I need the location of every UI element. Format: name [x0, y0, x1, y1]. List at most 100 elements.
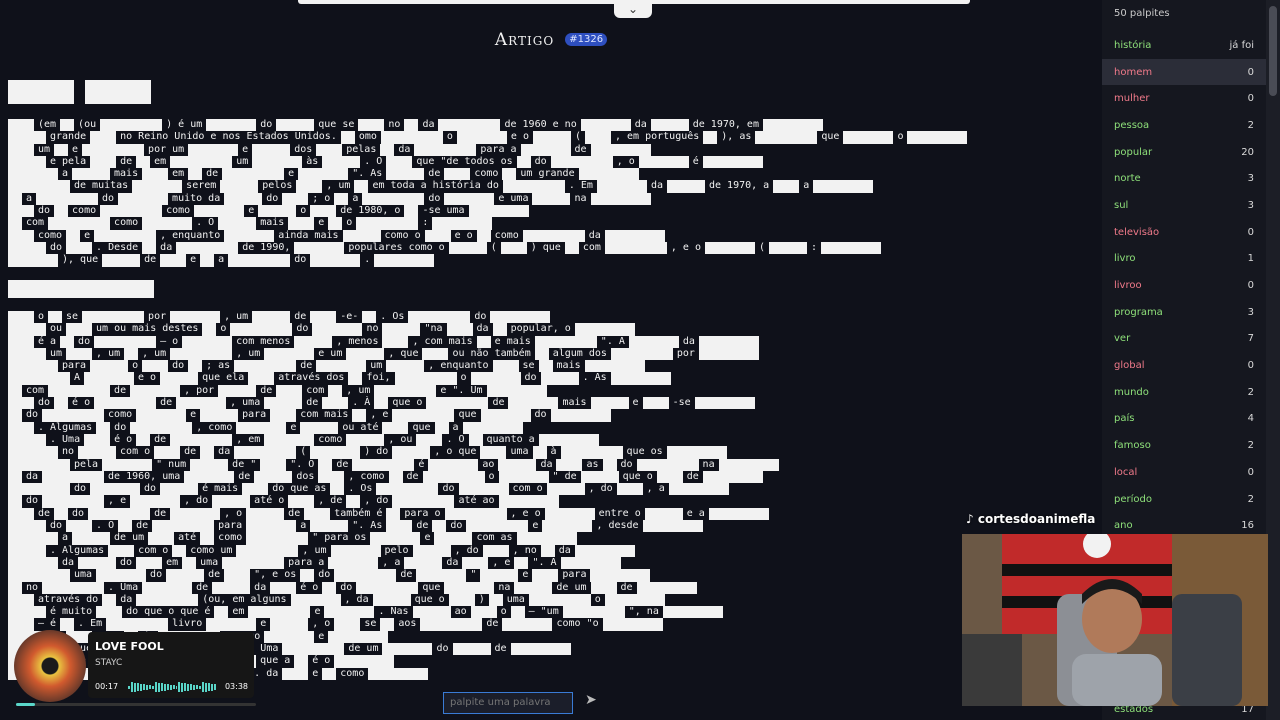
redacted-word — [90, 131, 117, 144]
guess-count-value: 0 — [1247, 93, 1254, 105]
redacted-word — [574, 323, 635, 336]
redacted-word — [8, 421, 34, 434]
revealed-text: da — [540, 458, 553, 470]
guess-list-item[interactable]: programa 3 — [1102, 299, 1266, 326]
waveform-bar — [136, 683, 139, 691]
guess-list-item[interactable]: homem 0 — [1102, 58, 1266, 86]
guess-list-item[interactable]: livro 1 — [1102, 246, 1266, 273]
guess-list-item[interactable]: mundo 2 — [1102, 379, 1266, 406]
guess-list-item[interactable]: global 0 — [1102, 352, 1266, 379]
redacted-word — [522, 229, 585, 242]
revealed-text: para a — [288, 556, 325, 568]
redacted-word — [386, 168, 425, 181]
revealed-text: do — [38, 205, 51, 217]
redacted-word — [130, 421, 193, 434]
revealed-text: , o — [312, 618, 331, 630]
revealed-text: : — [811, 241, 818, 253]
redacted-word — [488, 593, 503, 607]
revealed-text: , ou — [388, 433, 413, 445]
revealed-text: e — [190, 409, 197, 421]
redacted-word — [762, 119, 823, 132]
article-line: como e , enquanto ainda mais como o e o como da — [8, 229, 1096, 242]
guess-word: local — [1114, 466, 1138, 478]
guess-list-item[interactable]: ver 7 — [1102, 326, 1266, 353]
revealed-text: e a — [686, 507, 705, 519]
redacted-word — [78, 446, 117, 459]
revealed-text: e — [318, 630, 325, 642]
guess-list-item[interactable]: famoso 2 — [1102, 432, 1266, 459]
redacted-word — [8, 311, 34, 324]
redacted-word — [142, 168, 169, 181]
revealed-text: é muito — [50, 606, 93, 618]
revealed-text: com o — [512, 483, 543, 495]
scrollbar[interactable] — [1266, 0, 1280, 720]
revealed-text: como — [166, 205, 191, 217]
revealed-text: o — [38, 311, 45, 322]
redacted-word — [276, 384, 303, 398]
revealed-text: ( — [490, 241, 497, 253]
guess-list-item[interactable]: livroo 0 — [1102, 272, 1266, 299]
redacted-word — [342, 229, 381, 242]
redacted-word — [42, 409, 105, 422]
revealed-text: , o — [224, 507, 243, 519]
revealed-text: mais — [114, 168, 139, 180]
collapse-toggle-button[interactable]: ⌄ — [614, 0, 652, 18]
redacted-word — [414, 143, 477, 156]
revealed-text: da — [398, 143, 411, 155]
redacted-word — [386, 520, 413, 533]
article-line: do . O de para a ". As de do e , desde — [8, 520, 1096, 533]
redacted-word — [298, 168, 349, 181]
revealed-text: de — [294, 311, 307, 322]
send-icon[interactable]: ➤ — [585, 692, 597, 708]
revealed-text: dos — [296, 470, 315, 482]
redacted-word — [172, 544, 187, 557]
guess-list-item[interactable]: história já foi — [1102, 32, 1266, 59]
redacted-word — [604, 229, 665, 242]
redacted-word — [42, 581, 105, 594]
article-line: do do é mais do que as . Os do com o , do , a — [8, 483, 1096, 496]
guess-list-item[interactable]: televisão 0 — [1102, 219, 1266, 246]
body-paragraph: o se por , um de -e- . Os do ou um ou mais destes… — [8, 311, 1096, 680]
redacted-word — [650, 119, 689, 132]
redacted-word — [476, 335, 491, 348]
revealed-text: a — [62, 168, 69, 180]
guess-list-item[interactable]: popular 20 — [1102, 139, 1266, 166]
redacted-word — [318, 458, 333, 471]
redacted-word — [194, 205, 245, 218]
revealed-text: as — [586, 458, 599, 470]
guess-list-item[interactable]: período 2 — [1102, 486, 1266, 513]
revealed-text: é o — [72, 397, 91, 409]
guess-list-item[interactable]: local 0 — [1102, 459, 1266, 486]
revealed-text: de muitas — [74, 180, 129, 192]
revealed-text: do — [294, 254, 307, 266]
guess-word: televisão — [1114, 226, 1160, 238]
revealed-text: de — [686, 470, 699, 482]
redacted-word — [188, 168, 203, 181]
redacted-word — [200, 254, 215, 267]
guess-list-item[interactable]: pessoa 2 — [1102, 112, 1266, 139]
redacted-word — [294, 655, 309, 668]
streamer-handle: ♪ cortesdoanimefla — [966, 512, 1096, 526]
guess-input[interactable] — [443, 691, 573, 714]
article-line: . Algumas do , como e ou até que a — [8, 421, 1096, 434]
revealed-text: . À — [352, 397, 371, 409]
guess-word: mundo — [1114, 386, 1149, 398]
guess-list-item[interactable]: país 4 — [1102, 406, 1266, 433]
guess-list-item[interactable]: sul 3 — [1102, 192, 1266, 219]
revealed-text: ". O — [290, 458, 315, 470]
redacted-word — [386, 507, 401, 521]
revealed-text: com mais — [300, 409, 349, 421]
redacted-word — [224, 569, 251, 582]
revealed-text: , do — [364, 495, 389, 507]
redacted-word — [374, 254, 435, 267]
redacted-word — [160, 372, 199, 385]
guess-word: sul — [1114, 199, 1129, 211]
guess-list-item[interactable]: mulher 0 — [1102, 85, 1266, 112]
scrollbar-thumb[interactable] — [1269, 6, 1277, 96]
chevron-down-icon: ⌄ — [627, 2, 639, 16]
revealed-text: com as — [476, 532, 513, 544]
revealed-text: no — [26, 581, 39, 593]
webcam-overlay — [962, 534, 1268, 706]
guess-list-item[interactable]: norte 3 — [1102, 165, 1266, 192]
redacted-word — [628, 335, 679, 348]
